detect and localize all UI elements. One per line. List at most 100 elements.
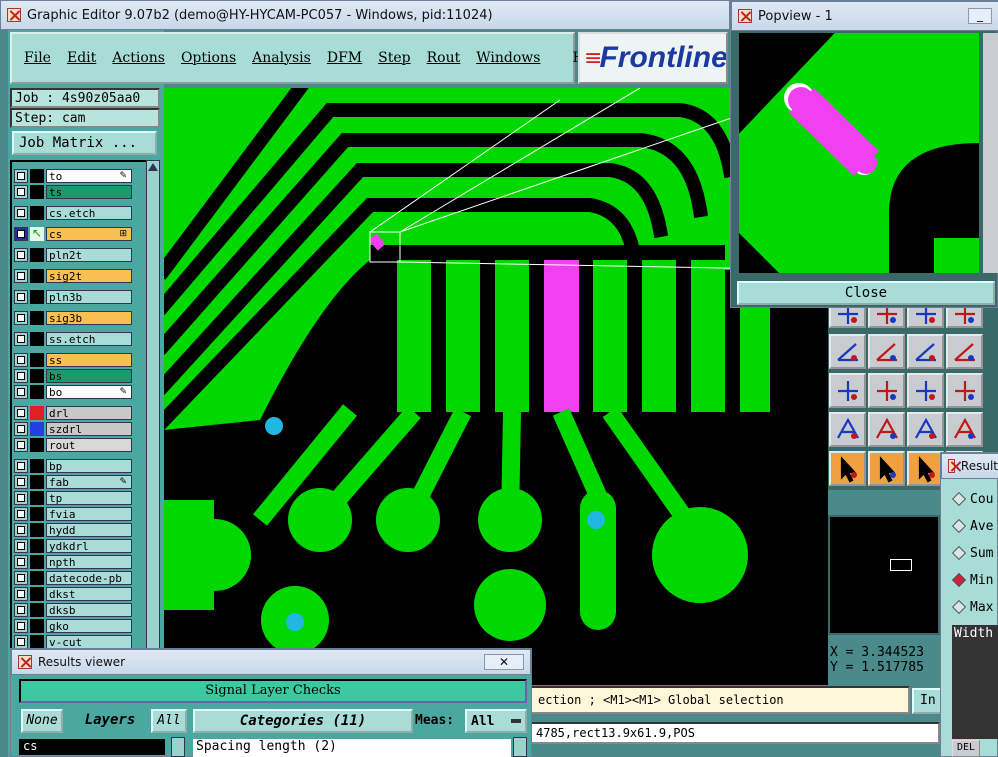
layer-row[interactable]: bs xyxy=(14,368,132,383)
layer-color-swatch[interactable] xyxy=(30,522,44,537)
scroll-up-arrow-icon[interactable] xyxy=(148,163,158,171)
stat-option-ave[interactable]: Ave xyxy=(951,516,998,536)
layer-color-swatch[interactable] xyxy=(30,352,44,367)
line-split-icon[interactable] xyxy=(868,373,905,408)
layer-color-swatch[interactable] xyxy=(30,184,44,199)
layer-row[interactable]: sig3b xyxy=(14,310,132,325)
layer-checkbox[interactable] xyxy=(14,289,28,304)
layer-color-swatch[interactable] xyxy=(30,384,44,399)
results-layer-scrollbar[interactable] xyxy=(171,737,185,757)
stat-option-max[interactable]: Max xyxy=(951,597,998,617)
menu-edit[interactable]: Edit xyxy=(67,50,96,66)
layer-row[interactable]: pln2t xyxy=(14,247,132,262)
in-button[interactable]: In xyxy=(912,688,942,714)
menu-dfm[interactable]: DFM xyxy=(327,50,362,66)
layer-checkbox[interactable] xyxy=(14,184,28,199)
layer-row[interactable]: ss.etch xyxy=(14,331,132,346)
rotate-icon[interactable] xyxy=(907,334,944,369)
layer-color-swatch[interactable] xyxy=(30,506,44,521)
layer-color-swatch[interactable] xyxy=(30,168,44,183)
radio-diamond-icon[interactable] xyxy=(951,572,967,588)
layer-color-swatch[interactable] xyxy=(30,310,44,325)
layer-row[interactable]: fvia xyxy=(14,506,132,521)
layer-checkbox[interactable] xyxy=(14,618,28,633)
work-layer-arrow-icon[interactable]: ↖ xyxy=(30,226,44,241)
layer-checkbox[interactable] xyxy=(14,268,28,283)
meas-dropdown[interactable]: All xyxy=(465,709,527,733)
layer-row[interactable]: fab ✎ xyxy=(14,474,132,489)
layer-row[interactable]: cs.etch xyxy=(14,205,132,220)
layer-row[interactable]: npth xyxy=(14,554,132,569)
layer-row[interactable]: szdrl xyxy=(14,421,132,436)
category-item[interactable]: Spacing length (2) xyxy=(193,739,511,757)
popview-minimize-button[interactable]: _ xyxy=(968,8,992,24)
radio-diamond-icon[interactable] xyxy=(951,518,967,534)
layer-color-swatch[interactable] xyxy=(30,247,44,262)
layer-row[interactable]: v-cut xyxy=(14,634,132,649)
layer-row[interactable]: ↖ cs ⊞ xyxy=(14,226,132,241)
layer-row[interactable]: datecode-pb xyxy=(14,570,132,585)
layer-row[interactable]: drl xyxy=(14,405,132,420)
layer-row[interactable]: rout xyxy=(14,437,132,452)
menu-rout[interactable]: Rout xyxy=(427,50,461,66)
layer-row[interactable]: tp xyxy=(14,490,132,505)
line-draw-icon[interactable] xyxy=(868,334,905,369)
layer-row[interactable]: dkst xyxy=(14,586,132,601)
radio-diamond-icon[interactable] xyxy=(951,545,967,561)
menu-options[interactable]: Options xyxy=(181,50,236,66)
layer-color-swatch[interactable] xyxy=(30,586,44,601)
layer-checkbox[interactable] xyxy=(14,522,28,537)
mirror-icon[interactable] xyxy=(946,334,983,369)
layer-checkbox[interactable] xyxy=(14,421,28,436)
layer-color-swatch[interactable] xyxy=(30,570,44,585)
layer-checkbox[interactable] xyxy=(14,570,28,585)
arc-up-icon[interactable] xyxy=(907,412,944,447)
arc-edit-icon[interactable] xyxy=(829,412,866,447)
layer-value[interactable]: cs xyxy=(19,739,165,755)
menu-actions[interactable]: Actions xyxy=(112,50,165,66)
layer-checkbox[interactable] xyxy=(14,226,28,241)
point-select-icon[interactable] xyxy=(829,373,866,408)
menu-step[interactable]: Step xyxy=(378,50,410,66)
layer-color-swatch[interactable] xyxy=(30,474,44,489)
layer-row[interactable]: pln3b xyxy=(14,289,132,304)
popview-close-button[interactable]: Close xyxy=(737,281,995,305)
layer-list-scrollbar[interactable] xyxy=(146,160,160,650)
layer-checkbox[interactable] xyxy=(14,368,28,383)
layer-checkbox[interactable] xyxy=(14,506,28,521)
layer-color-swatch[interactable] xyxy=(30,602,44,617)
group-icon[interactable] xyxy=(946,373,983,408)
categories-button[interactable]: Categories (11) xyxy=(193,709,413,733)
layer-checkbox[interactable] xyxy=(14,538,28,553)
job-matrix-button[interactable]: Job Matrix ... xyxy=(12,131,157,155)
layer-row[interactable]: bp xyxy=(14,458,132,473)
select-rotate-icon[interactable] xyxy=(907,451,944,486)
layer-checkbox[interactable] xyxy=(14,490,28,505)
layer-checkbox[interactable] xyxy=(14,458,28,473)
results-viewer-close-button[interactable]: ✕ xyxy=(484,654,524,670)
layer-color-swatch[interactable] xyxy=(30,634,44,649)
arc-cross-icon[interactable] xyxy=(946,412,983,447)
layer-color-swatch[interactable] xyxy=(30,368,44,383)
layer-row[interactable]: dksb xyxy=(14,602,132,617)
layer-checkbox[interactable] xyxy=(14,586,28,601)
layer-row[interactable]: bo ✎ xyxy=(14,384,132,399)
line-angle-icon[interactable] xyxy=(829,334,866,369)
layer-color-swatch[interactable] xyxy=(30,554,44,569)
layer-row[interactable]: hydd xyxy=(14,522,132,537)
measure-icon[interactable] xyxy=(907,373,944,408)
stat-option-min[interactable]: Min xyxy=(951,570,998,590)
layer-row[interactable]: ss xyxy=(14,352,132,367)
layer-color-swatch[interactable] xyxy=(30,490,44,505)
layer-checkbox[interactable] xyxy=(14,247,28,262)
menu-file[interactable]: File xyxy=(24,50,51,66)
layer-color-swatch[interactable] xyxy=(30,289,44,304)
radio-diamond-icon[interactable] xyxy=(951,491,967,507)
layer-checkbox[interactable] xyxy=(14,352,28,367)
del-button[interactable]: DEL xyxy=(952,740,980,757)
layer-checkbox[interactable] xyxy=(14,602,28,617)
layer-row[interactable]: ts xyxy=(14,184,132,199)
layer-checkbox[interactable] xyxy=(14,474,28,489)
layer-checkbox[interactable] xyxy=(14,634,28,649)
layer-color-swatch[interactable] xyxy=(30,268,44,283)
